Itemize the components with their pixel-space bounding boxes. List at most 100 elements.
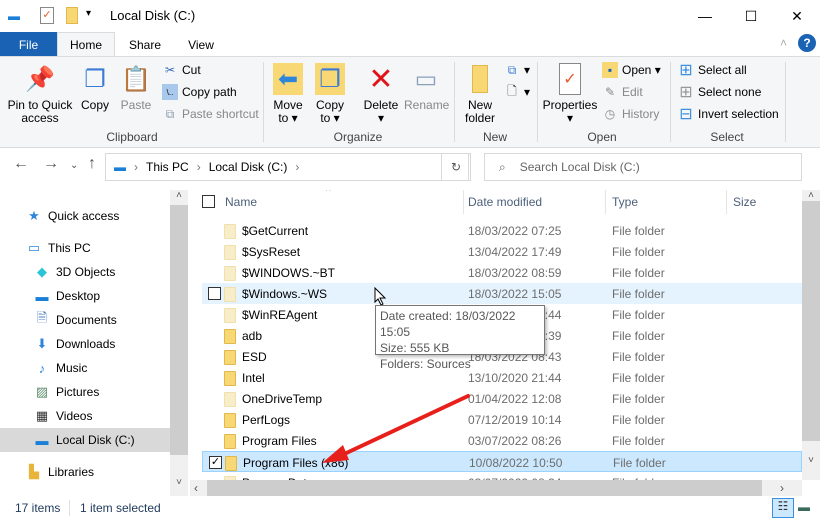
back-button[interactable]: ← <box>13 155 29 173</box>
properties-button[interactable]: ✓ Properties ▾ <box>542 63 598 125</box>
breadcrumb-local-disk[interactable]: Local Disk (C:) <box>209 160 288 174</box>
nav-item-desktop[interactable]: ▬ Desktop <box>34 284 101 308</box>
list-vertical-scrollbar[interactable]: ˄ ˅ <box>802 190 820 480</box>
column-date-modified[interactable]: Date modified <box>468 195 542 209</box>
minimize-button[interactable]: — <box>682 0 728 32</box>
file-type: File folder <box>613 456 666 470</box>
nav-item-this-pc[interactable]: ▭ This PC <box>26 236 91 260</box>
copy-path-button[interactable]: \.. Copy path <box>162 82 237 102</box>
tab-home[interactable]: Home <box>57 32 115 57</box>
divider[interactable] <box>463 190 464 214</box>
nav-item-videos[interactable]: ▦ Videos <box>34 404 93 428</box>
column-name[interactable]: Name <box>225 195 257 209</box>
move-to-button[interactable]: ⬅ Move to ▾ <box>270 63 306 125</box>
nav-item-pictures[interactable]: ▨ Pictures <box>34 380 100 404</box>
delete-button[interactable]: ✕ Delete ▾ <box>360 63 402 125</box>
nav-scrollbar[interactable]: ˄ ˅ <box>170 190 188 496</box>
pin-to-quick-access-button[interactable]: 📌 Pin to Quick access <box>4 63 76 125</box>
copy-button[interactable]: ❐ Copy <box>78 63 112 112</box>
new-folder-quick-icon[interactable] <box>66 7 78 24</box>
cut-button[interactable]: ✂ Cut <box>162 60 201 80</box>
recent-locations-button[interactable]: ⌄ <box>70 160 78 171</box>
history-button[interactable]: ◷ History <box>602 104 660 124</box>
new-folder-button[interactable]: New folder <box>460 63 500 125</box>
mouse-cursor-icon <box>374 287 387 306</box>
customize-toolbar-icon[interactable]: ▾ <box>86 8 91 19</box>
label: Cut <box>182 63 201 77</box>
label: Open <box>622 63 652 77</box>
scroll-up-icon[interactable]: ˄ <box>170 190 188 201</box>
open-button[interactable]: ▪ Open ▾ <box>602 60 661 80</box>
new-item-button[interactable]: ⧉ ▾ <box>504 60 530 80</box>
file-name: $GetCurrent <box>242 224 309 238</box>
nav-item-3d-objects[interactable]: ◆ 3D Objects <box>34 260 115 284</box>
sort-ascending-icon: ^ <box>326 190 331 197</box>
file-row[interactable]: Program Files 03/07/2022 08:26 File folder <box>202 430 802 451</box>
scroll-left-icon[interactable]: ‹ <box>194 481 198 495</box>
chevron-right-icon[interactable]: › <box>295 160 299 174</box>
nav-item-music[interactable]: ♪ Music <box>34 356 88 380</box>
search-input[interactable]: ⌕ Search Local Disk (C:) <box>484 153 802 181</box>
edit-button[interactable]: ✎ Edit <box>602 82 643 102</box>
tab-share[interactable]: Share <box>120 32 170 57</box>
scroll-up-icon[interactable]: ˄ <box>802 190 820 201</box>
folder-icon <box>224 371 236 386</box>
file-row[interactable]: ✓ Program Files (x86) 10/08/2022 10:50 File… <box>202 451 802 472</box>
divider[interactable] <box>605 190 606 214</box>
large-icons-view-button[interactable]: ▬ <box>798 500 810 514</box>
chevron-right-icon: › <box>134 160 138 174</box>
scrollbar-thumb[interactable] <box>207 480 762 496</box>
label: Desktop <box>56 289 101 303</box>
file-row[interactable]: ProgramData03/07/2022 08:34File folder <box>202 472 802 480</box>
nav-item-local-disk[interactable]: ▬ Local Disk (C:) <box>0 428 170 452</box>
file-type: File folder <box>612 413 665 427</box>
tooltip-date-created: Date created: 18/03/2022 15:05 <box>380 309 516 339</box>
address-bar[interactable]: ▬ › This PC › Local Disk (C:) › <box>105 153 469 181</box>
folder-icon <box>224 266 236 281</box>
divider[interactable] <box>726 190 727 214</box>
help-icon[interactable]: ? <box>798 34 816 52</box>
file-row[interactable]: PerfLogs 07/12/2019 10:14 File folder <box>202 409 802 430</box>
select-none-button[interactable]: ⊞ Select none <box>678 82 761 102</box>
nav-item-libraries[interactable]: ▙ Libraries <box>26 460 94 484</box>
divider <box>69 500 70 516</box>
nav-item-downloads[interactable]: ⬇ Downloads <box>34 332 116 356</box>
paste-button[interactable]: 📋 Paste <box>118 63 154 112</box>
scrollbar-thumb[interactable] <box>802 201 820 441</box>
forward-button[interactable]: → <box>43 155 59 173</box>
properties-quick-icon[interactable]: ✓ <box>40 7 54 24</box>
select-all-checkbox[interactable] <box>202 195 215 208</box>
row-checkbox-checked[interactable]: ✓ <box>209 456 222 469</box>
details-view-button[interactable]: ☷ <box>772 498 794 518</box>
nav-item-documents[interactable]: 🗎 Documents <box>34 308 117 332</box>
paste-shortcut-button[interactable]: ⧉ Paste shortcut <box>162 104 259 124</box>
scrollbar-thumb[interactable] <box>170 205 188 455</box>
refresh-button[interactable]: ↻ <box>441 153 471 181</box>
row-checkbox[interactable] <box>208 287 221 300</box>
file-date: 18/03/2022 08:59 <box>468 266 562 280</box>
close-button[interactable]: ✕ <box>774 0 820 32</box>
rename-button[interactable]: ▭ Rename <box>404 63 449 112</box>
up-button[interactable]: ↑ <box>88 155 96 173</box>
file-row[interactable]: $WINDOWS.~BT 18/03/2022 08:59 File folder <box>202 262 802 283</box>
invert-selection-button[interactable]: ⊟ Invert selection <box>678 104 778 124</box>
file-row[interactable]: $GetCurrent 18/03/2022 07:25 File folder <box>202 220 802 241</box>
easy-access-button[interactable]: 🗋 ▾ <box>504 82 530 102</box>
file-row[interactable]: OneDriveTemp 01/04/2022 12:08 File folder <box>202 388 802 409</box>
nav-item-quick-access[interactable]: ★ Quick access <box>26 204 119 228</box>
breadcrumb-this-pc[interactable]: This PC <box>146 160 189 174</box>
file-row[interactable]: $Windows.~WS 18/03/2022 15:05 File folder <box>202 283 802 304</box>
column-size[interactable]: Size <box>733 195 756 209</box>
scroll-right-icon[interactable]: › <box>780 481 784 495</box>
list-horizontal-scrollbar[interactable]: ‹ › <box>190 480 802 496</box>
scroll-down-icon[interactable]: ˅ <box>802 455 820 466</box>
collapse-ribbon-icon[interactable]: ˄ <box>780 36 787 50</box>
tab-view[interactable]: View <box>178 32 224 57</box>
maximize-button[interactable]: ☐ <box>728 0 774 32</box>
column-type[interactable]: Type <box>612 195 638 209</box>
scroll-down-icon[interactable]: ˅ <box>170 477 188 488</box>
select-all-button[interactable]: ⊞ Select all <box>678 60 746 80</box>
tab-file[interactable]: File <box>0 32 57 57</box>
copy-to-button[interactable]: ❐ Copy to ▾ <box>312 63 348 125</box>
file-row[interactable]: $SysReset 13/04/2022 17:49 File folder <box>202 241 802 262</box>
